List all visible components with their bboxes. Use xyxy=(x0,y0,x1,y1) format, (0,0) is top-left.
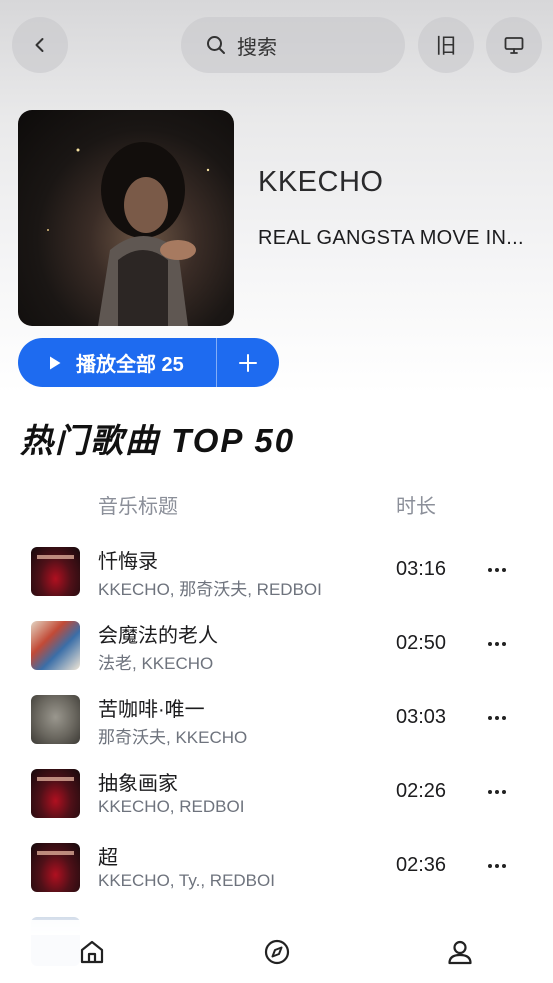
bottom-nav xyxy=(0,920,553,983)
album-cover[interactable] xyxy=(18,110,234,326)
home-icon xyxy=(80,940,104,964)
top-bar: 搜索 旧 xyxy=(0,17,553,73)
search-bar[interactable]: 搜索 xyxy=(181,17,405,73)
song-row[interactable]: 忏悔录 KKECHO, 那奇沃夫, REDBOI 03:16 xyxy=(0,535,553,609)
song-artists: KKECHO, 那奇沃夫, REDBOI xyxy=(98,580,322,599)
monitor-icon xyxy=(504,37,524,54)
nav-explore[interactable] xyxy=(257,934,297,970)
song-artists: 那奇沃夫, KKECHO xyxy=(98,728,248,747)
song-duration: 03:03 xyxy=(396,706,447,728)
more-icon xyxy=(488,716,506,720)
song-duration: 02:26 xyxy=(396,780,447,802)
play-all-button[interactable]: 播放全部 25 xyxy=(18,338,216,387)
song-title: 抽象画家 xyxy=(98,773,178,795)
song-cover xyxy=(31,621,80,670)
song-row[interactable]: 会魔法的老人 法老, KKECHO 02:50 xyxy=(0,609,553,683)
desktop-button[interactable] xyxy=(486,17,542,73)
back-button[interactable] xyxy=(12,17,68,73)
song-artists: 法老, KKECHO xyxy=(98,654,214,673)
song-artists: KKECHO, REDBOI xyxy=(98,797,245,816)
column-header-title: 音乐标题 xyxy=(98,496,178,518)
column-header-duration: 时长 xyxy=(396,496,436,518)
play-all-group: 播放全部 25 xyxy=(18,338,279,387)
compass-icon xyxy=(264,939,290,965)
more-icon xyxy=(488,790,506,794)
search-icon xyxy=(207,36,225,54)
more-button[interactable] xyxy=(480,555,514,585)
artist-page: 搜索 旧 KKECHO REAL GANGSTA MOVE IN... 播放全部… xyxy=(0,0,553,983)
song-title: 会魔法的老人 xyxy=(98,625,218,647)
artist-name: KKECHO xyxy=(258,166,384,198)
song-duration: 03:16 xyxy=(396,558,447,580)
old-version-label: 旧 xyxy=(435,35,457,58)
song-row[interactable]: 超 KKECHO, Ty., REDBOI 02:36 xyxy=(0,831,553,905)
song-cover xyxy=(31,843,80,892)
song-cover xyxy=(31,695,80,744)
more-button[interactable] xyxy=(480,629,514,659)
play-all-label: 播放全部 25 xyxy=(76,354,184,376)
more-button[interactable] xyxy=(480,777,514,807)
nav-profile[interactable] xyxy=(440,934,480,970)
more-button[interactable] xyxy=(480,851,514,881)
cover-art-image xyxy=(47,142,210,326)
song-title: 忏悔录 xyxy=(98,551,158,573)
chevron-left-icon xyxy=(35,38,44,52)
more-icon xyxy=(488,568,506,572)
play-icon xyxy=(50,356,61,369)
search-placeholder: 搜索 xyxy=(237,36,277,59)
plus-icon xyxy=(239,353,257,372)
more-icon xyxy=(488,642,506,646)
song-title: 苦咖啡·唯一 xyxy=(98,699,205,721)
song-cover xyxy=(31,547,80,596)
song-title: 超 xyxy=(98,847,118,869)
song-artists: KKECHO, Ty., REDBOI xyxy=(98,871,275,890)
song-row[interactable]: 苦咖啡·唯一 那奇沃夫, KKECHO 03:03 xyxy=(0,683,553,757)
song-duration: 02:50 xyxy=(396,632,447,654)
add-all-button[interactable] xyxy=(217,338,279,387)
more-icon xyxy=(488,864,506,868)
song-cover xyxy=(31,769,80,818)
song-duration: 02:36 xyxy=(396,854,447,876)
nav-home[interactable] xyxy=(72,934,112,970)
song-row[interactable]: 抽象画家 KKECHO, REDBOI 02:26 xyxy=(0,757,553,831)
old-version-button[interactable]: 旧 xyxy=(418,17,474,73)
more-button[interactable] xyxy=(480,703,514,733)
section-title: 热门歌曲 TOP 50 xyxy=(20,422,296,459)
user-icon xyxy=(448,940,472,965)
album-title[interactable]: REAL GANGSTA MOVE IN... xyxy=(258,227,538,250)
